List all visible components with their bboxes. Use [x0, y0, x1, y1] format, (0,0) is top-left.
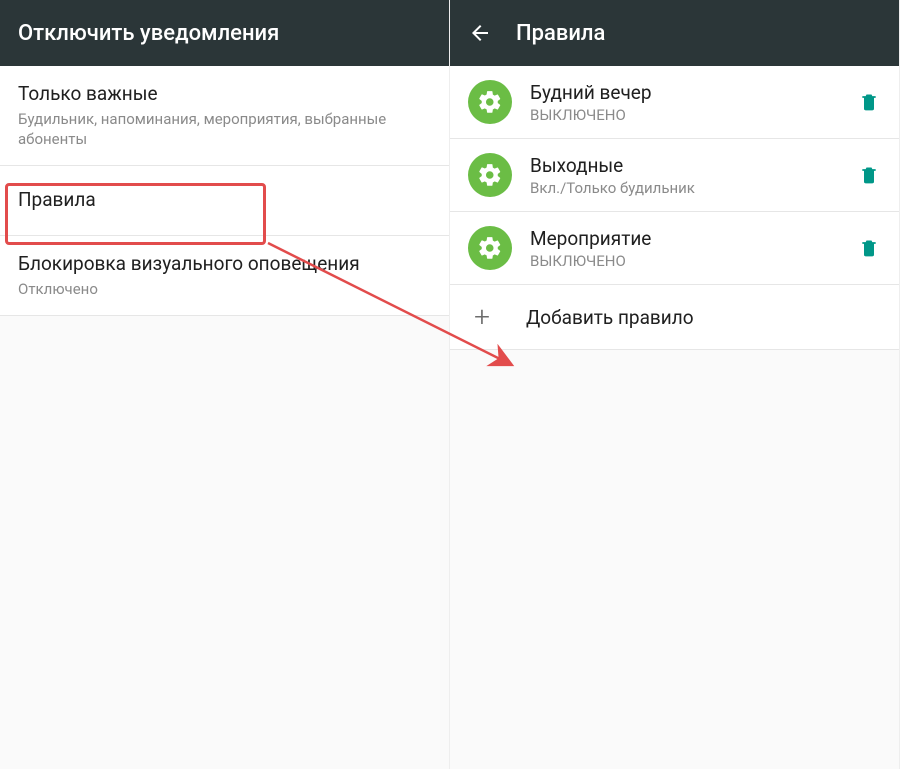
trash-icon[interactable] [857, 90, 881, 114]
add-rule-row[interactable]: + Добавить правило [450, 285, 899, 350]
trash-icon[interactable] [857, 236, 881, 260]
trash-icon[interactable] [857, 163, 881, 187]
rule-secondary: Вкл./Только будильник [530, 179, 839, 197]
screen-right: Правила Будний вечер ВЫКЛЮЧЕНО Выходные … [450, 0, 900, 769]
row-secondary: Будильник, напоминания, мероприятия, выб… [18, 109, 431, 150]
rule-row-weekend[interactable]: Выходные Вкл./Только будильник [450, 139, 899, 212]
row-secondary: Отключено [18, 279, 431, 299]
appbar-left: Отключить уведомления [0, 0, 449, 66]
appbar-right: Правила [450, 0, 899, 66]
rule-primary: Мероприятие [530, 227, 839, 250]
row-priority-only[interactable]: Только важные Будильник, напоминания, ме… [0, 66, 449, 166]
appbar-title-left: Отключить уведомления [18, 21, 279, 46]
gear-icon [468, 80, 512, 124]
row-rules[interactable]: Правила [0, 166, 449, 236]
screen-left: Отключить уведомления Только важные Буди… [0, 0, 450, 769]
appbar-title-right: Правила [516, 21, 605, 46]
rule-secondary: ВЫКЛЮЧЕНО [530, 106, 839, 124]
row-visual-block[interactable]: Блокировка визуального оповещения Отключ… [0, 236, 449, 316]
back-arrow-icon[interactable] [468, 21, 492, 45]
row-primary: Блокировка визуального оповещения [18, 252, 431, 277]
rule-primary: Выходные [530, 154, 839, 177]
plus-icon: + [468, 303, 496, 331]
gear-icon [468, 153, 512, 197]
add-rule-label: Добавить правило [526, 306, 694, 329]
row-primary: Правила [18, 188, 431, 213]
settings-list: Только важные Будильник, напоминания, ме… [0, 66, 449, 316]
rule-secondary: ВЫКЛЮЧЕНО [530, 252, 839, 270]
rule-row-event[interactable]: Мероприятие ВЫКЛЮЧЕНО [450, 212, 899, 285]
gear-icon [468, 226, 512, 270]
rule-row-weeknight[interactable]: Будний вечер ВЫКЛЮЧЕНО [450, 66, 899, 139]
rule-primary: Будний вечер [530, 81, 839, 104]
row-primary: Только важные [18, 82, 431, 107]
rule-texts: Будний вечер ВЫКЛЮЧЕНО [530, 81, 839, 124]
rule-texts: Выходные Вкл./Только будильник [530, 154, 839, 197]
rule-texts: Мероприятие ВЫКЛЮЧЕНО [530, 227, 839, 270]
rules-list: Будний вечер ВЫКЛЮЧЕНО Выходные Вкл./Тол… [450, 66, 899, 350]
